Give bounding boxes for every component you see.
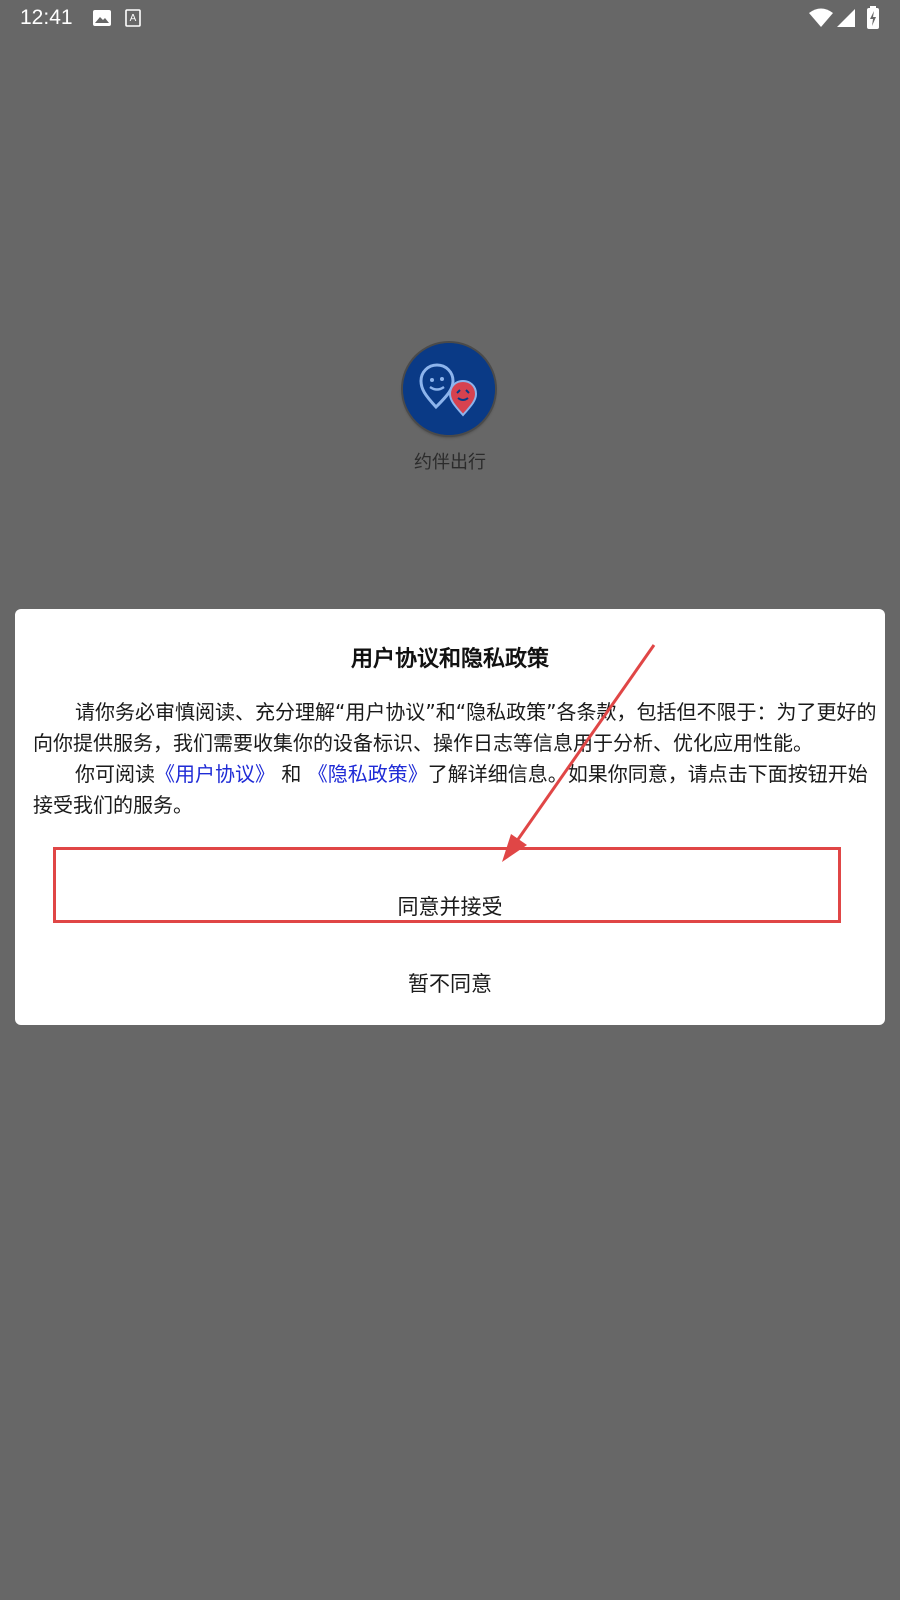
signal-icon [837,9,855,27]
wifi-icon [809,8,833,27]
user-agreement-link[interactable]: 《用户协议》 [155,762,275,786]
paragraph-2-and: 和 [275,762,308,786]
paragraph-2-prefix: 你可阅读 [75,762,155,786]
battery-charging-icon [867,6,879,29]
a11y-text-icon: A [125,9,141,27]
dialog-body: 请你务必审慎阅读、充分理解“用户协议”和“隐私政策”各条款，包括但不限于：为了更… [33,697,879,821]
privacy-policy-link[interactable]: 《隐私政策》 [308,762,428,786]
svg-text:A: A [130,13,137,24]
dialog-paragraph-1: 请你务必审慎阅读、充分理解“用户协议”和“隐私政策”各条款，包括但不限于：为了更… [33,700,877,755]
status-time: 12:41 [20,6,73,29]
dialog-title: 用户协议和隐私政策 [350,647,549,672]
app-name-label: 约伴出行 [414,452,486,473]
decline-button[interactable]: 暂不同意 [15,954,885,1014]
image-icon [93,10,111,26]
annotation-highlight-box [53,847,841,923]
dialog-paragraph-2: 你可阅读《用户协议》 和 《隐私政策》了解详细信息。如果你同意，请点击下面按钮开… [33,759,879,821]
privacy-dialog: 用户协议和隐私政策 请你务必审慎阅读、充分理解“用户协议”和“隐私政策”各条款，… [15,609,885,1025]
app-screen: 12:41 A 约伴出行 用户协议和隐私政策 请你务必审慎阅读、充分理解“用户协… [0,0,900,1600]
status-bar: 12:41 A [0,0,900,38]
two-face-pins-logo-icon [403,343,495,435]
